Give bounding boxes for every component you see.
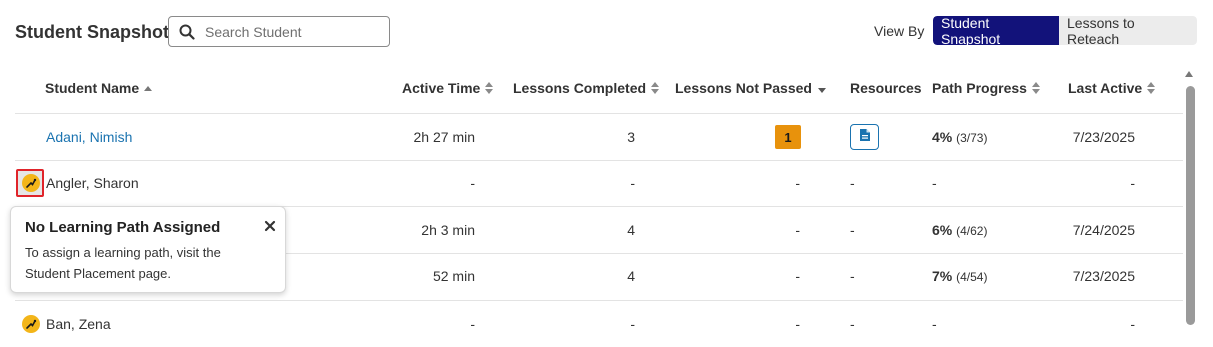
lessons-completed-cell: - <box>630 316 635 332</box>
no-learning-path-icon[interactable] <box>22 315 40 333</box>
view-by-label: View By <box>874 23 925 39</box>
resources-cell: - <box>850 175 855 191</box>
column-header-label: Path Progress <box>932 80 1027 96</box>
active-time-cell: - <box>470 175 475 191</box>
active-time-cell: - <box>470 316 475 332</box>
row-divider <box>15 113 1183 114</box>
search-icon <box>169 24 205 40</box>
lessons-not-passed-cell: - <box>795 175 800 191</box>
path-progress-cell: 6% (4/62) <box>932 222 987 238</box>
column-header-label: Student Name <box>45 80 140 96</box>
path-progress-cell: 4% (3/73) <box>932 129 987 145</box>
resources-cell: - <box>850 268 855 284</box>
column-header-label: Lessons Completed <box>513 80 647 96</box>
lessons-completed-cell: - <box>630 175 635 191</box>
last-active-cell: 7/24/2025 <box>1072 222 1135 238</box>
lessons-not-passed-cell: - <box>795 268 800 284</box>
close-icon[interactable] <box>263 219 277 233</box>
path-progress-percent: 7% <box>932 268 953 284</box>
resources-button[interactable] <box>850 124 879 150</box>
path-progress-percent: 4% <box>932 129 953 145</box>
tooltip-title: No Learning Path Assigned <box>25 219 221 236</box>
search-student-field[interactable] <box>168 16 390 47</box>
column-header-lessons-not-passed[interactable]: Lessons Not Passed <box>675 80 826 96</box>
active-time-cell: 52 min <box>432 268 475 284</box>
student-name-link[interactable]: Adani, Nimish <box>46 129 132 145</box>
path-progress-percent: 6% <box>932 222 953 238</box>
column-header-resources: Resources <box>850 80 922 96</box>
last-active-cell: - <box>1130 316 1135 332</box>
path-progress-detail: (4/54) <box>956 270 988 284</box>
lessons-completed-cell: 3 <box>627 129 635 145</box>
sort-icon <box>651 82 660 94</box>
last-active-cell: 7/23/2025 <box>1072 268 1135 284</box>
last-active-cell: - <box>1130 175 1135 191</box>
tooltip-body: To assign a learning path, visit the Stu… <box>25 245 221 281</box>
path-progress-cell: - <box>932 175 937 191</box>
active-time-cell: 2h 3 min <box>421 222 475 238</box>
path-progress-cell: 7% (4/54) <box>932 268 987 284</box>
lessons-not-passed-badge[interactable]: 1 <box>775 125 801 149</box>
no-learning-path-tooltip: No Learning Path Assigned To assign a le… <box>10 206 286 293</box>
view-lessons-to-reteach-button[interactable]: Lessons to Reteach <box>1059 16 1197 45</box>
resources-cell: - <box>850 316 855 332</box>
row-divider <box>15 300 1183 301</box>
sort-icon <box>1031 82 1040 94</box>
column-header-label: Active Time <box>402 80 481 96</box>
path-progress-detail: (3/73) <box>956 131 988 145</box>
search-input[interactable] <box>205 23 375 40</box>
document-icon <box>859 128 871 147</box>
column-header-lessons-completed[interactable]: Lessons Completed <box>513 80 660 96</box>
row-divider <box>15 160 1183 161</box>
resources-cell: - <box>850 222 855 238</box>
path-progress-cell: - <box>932 316 937 332</box>
lessons-completed-cell: 4 <box>627 268 635 284</box>
page-title: Student Snapshot <box>15 22 169 42</box>
active-time-cell: 2h 27 min <box>413 129 475 145</box>
view-student-snapshot-button[interactable]: Student Snapshot <box>933 16 1059 45</box>
column-header-label: Last Active <box>1068 80 1143 96</box>
lessons-completed-cell: 4 <box>627 222 635 238</box>
sort-icon <box>485 82 494 94</box>
column-header-active-time[interactable]: Active Time <box>402 80 494 96</box>
sort-descending-icon <box>817 87 826 93</box>
scroll-up-arrow[interactable] <box>1185 71 1193 77</box>
lessons-not-passed-cell: - <box>795 222 800 238</box>
sort-ascending-icon <box>144 85 153 91</box>
column-header-path-progress[interactable]: Path Progress <box>932 80 1040 96</box>
scrollbar-thumb[interactable] <box>1186 86 1195 325</box>
path-progress-detail: (4/62) <box>956 224 988 238</box>
student-name: Angler, Sharon <box>46 175 139 191</box>
no-learning-path-icon[interactable] <box>22 174 40 192</box>
sort-icon <box>1147 82 1156 94</box>
last-active-cell: 7/23/2025 <box>1072 129 1135 145</box>
student-name: Ban, Zena <box>46 316 111 332</box>
lessons-not-passed-cell: - <box>795 316 800 332</box>
column-header-student-name[interactable]: Student Name <box>45 80 153 96</box>
view-by-toggle: Student Snapshot Lessons to Reteach <box>933 16 1197 45</box>
column-header-last-active[interactable]: Last Active <box>1068 80 1156 96</box>
column-header-label: Lessons Not Passed <box>675 80 812 96</box>
